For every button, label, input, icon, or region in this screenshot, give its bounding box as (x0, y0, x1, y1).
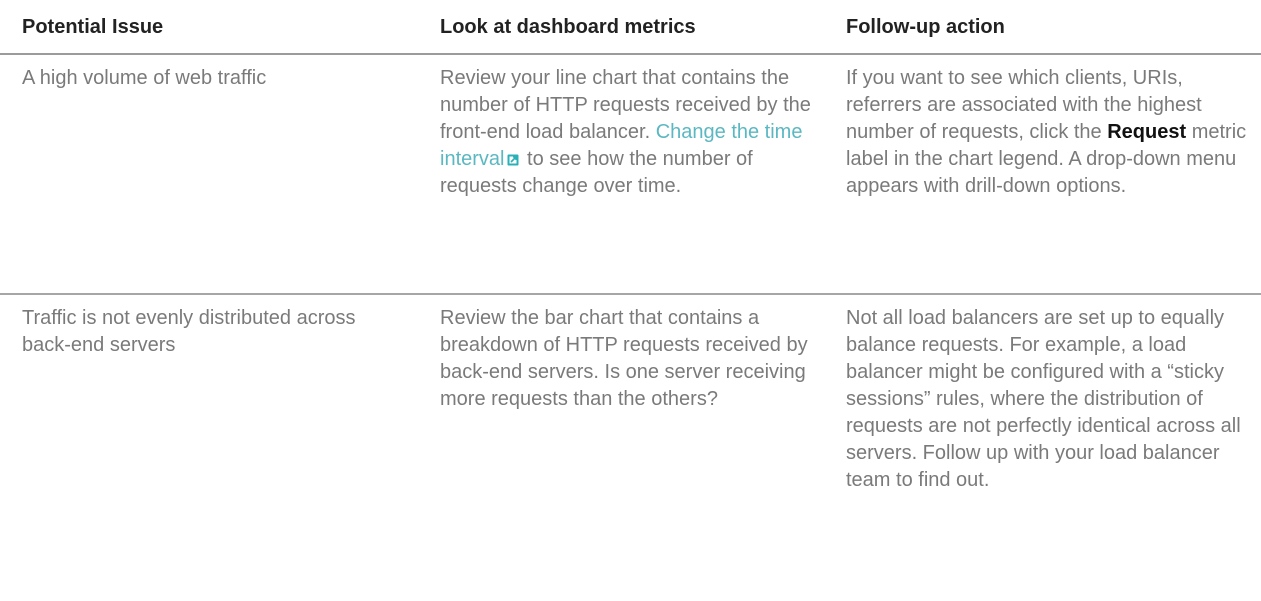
metrics-cell: Review the bar chart that contains a bre… (440, 307, 808, 410)
table-header-row: Potential Issue Look at dashboard metric… (0, 0, 1261, 55)
action-cell: Not all load balancers are set up to equ… (846, 307, 1241, 491)
action-cell: If you want to see which clients, URIs, … (826, 55, 1261, 293)
issue-cell: A high volume of web traffic (22, 67, 267, 89)
header-follow-up-action: Follow-up action (846, 16, 1005, 38)
header-potential-issue: Potential Issue (22, 16, 164, 38)
table-row: A high volume of web traffic Review your… (0, 55, 1261, 295)
external-link-icon[interactable] (507, 154, 519, 166)
request-metric-label: Request (1107, 121, 1187, 143)
table-row: Traffic is not evenly distributed across… (0, 295, 1261, 601)
header-dashboard-metrics: Look at dashboard metrics (440, 16, 696, 38)
metrics-cell: Review your line chart that contains the… (410, 55, 826, 293)
issue-cell: Traffic is not evenly distributed across… (22, 307, 356, 356)
troubleshooting-table: Potential Issue Look at dashboard metric… (0, 0, 1261, 601)
